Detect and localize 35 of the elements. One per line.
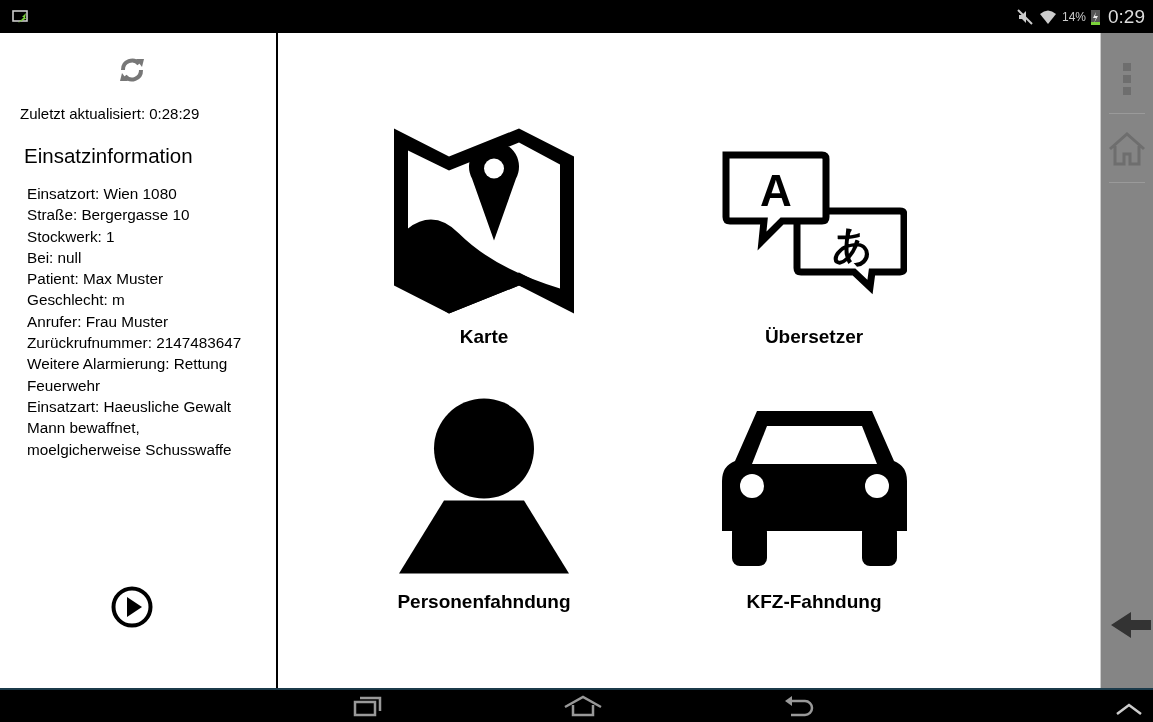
play-icon[interactable] <box>111 586 153 628</box>
info-line: Mann bewaffnet, <box>27 418 141 439</box>
home-icon[interactable] <box>563 695 603 717</box>
info-line: Bei: null <box>27 247 83 268</box>
wifi-icon <box>1039 8 1057 25</box>
map-icon[interactable] <box>394 126 574 316</box>
tile-label[interactable]: Übersetzer <box>764 326 864 348</box>
hiragana-letter: あ <box>831 222 872 268</box>
recent-apps-icon[interactable] <box>353 695 383 717</box>
refresh-icon[interactable] <box>117 55 147 85</box>
tile-label[interactable]: Karte <box>459 326 509 348</box>
info-line: moelgicherweise Schusswaffe <box>27 439 233 460</box>
caret-icon[interactable] <box>1115 702 1143 716</box>
info-line: Feuerwehr <box>27 375 102 396</box>
info-line: Einsatzart: Haeusliche Gewalt <box>27 396 233 417</box>
tile-label[interactable]: Personenfahndung <box>397 591 571 613</box>
battery-percent: 14% <box>1062 9 1086 24</box>
section-heading: Einsatzinformation <box>24 144 193 168</box>
last-updated-text: Zuletzt aktualisiert: 0:28:29 <box>20 105 200 122</box>
back-icon[interactable] <box>783 695 815 717</box>
info-line: Patient: Max Muster <box>27 269 165 290</box>
info-line: Stockwerk: 1 <box>27 226 116 247</box>
back-arrow-icon[interactable] <box>1111 612 1151 638</box>
notification-icon <box>12 8 30 25</box>
info-line: Straße: Bergergasse 10 <box>27 205 191 226</box>
clock-time: 0:29 <box>1108 5 1145 28</box>
battery-icon <box>1091 8 1100 25</box>
info-line: Einsatzort: Wien 1080 <box>27 184 178 204</box>
info-line: Weitere Alarmierung: Rettung <box>27 354 229 375</box>
latin-letter: A <box>759 166 792 215</box>
info-line: Zurückrufnummer: 2147483647 <box>27 333 242 354</box>
mute-icon <box>1016 8 1034 25</box>
tile-label[interactable]: KFZ-Fahndung <box>746 591 882 613</box>
info-line: Geschlecht: m <box>27 290 126 311</box>
info-line: Anrufer: Frau Muster <box>27 311 170 332</box>
